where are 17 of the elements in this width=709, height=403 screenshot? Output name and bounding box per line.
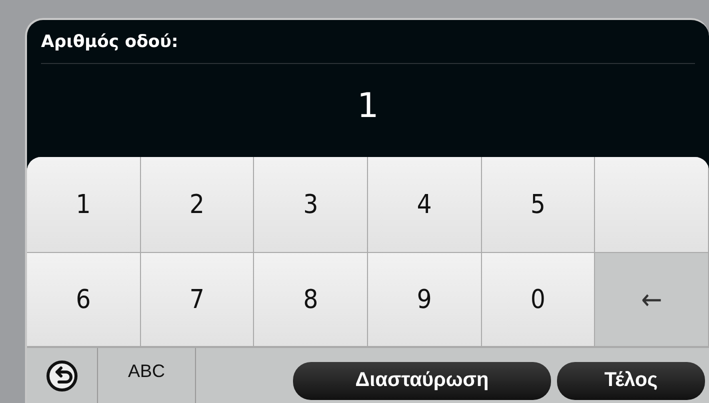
digit-key[interactable]: 3 [254,157,368,253]
digit-key[interactable]: 2 [140,157,254,253]
digit-key[interactable]: 8 [254,253,368,347]
input-value: 1 [357,86,379,126]
digit-key[interactable]: 5 [482,157,596,253]
digit-key[interactable]: 1 [27,157,141,253]
digit-key[interactable]: 0 [482,253,596,347]
abc-key[interactable]: ABC [98,348,196,403]
done-button[interactable]: Τέλος [557,362,705,400]
digit-key[interactable]: 4 [368,157,482,253]
back-icon [45,358,79,392]
field-label: Αριθμός οδού: [41,31,178,50]
crossroad-button[interactable]: Διασταύρωση [293,362,551,400]
digit-key[interactable]: 9 [368,253,482,347]
digit-key[interactable]: 7 [140,253,254,347]
digit-key[interactable]: 6 [27,253,141,347]
backspace-key[interactable]: ← [595,253,709,347]
